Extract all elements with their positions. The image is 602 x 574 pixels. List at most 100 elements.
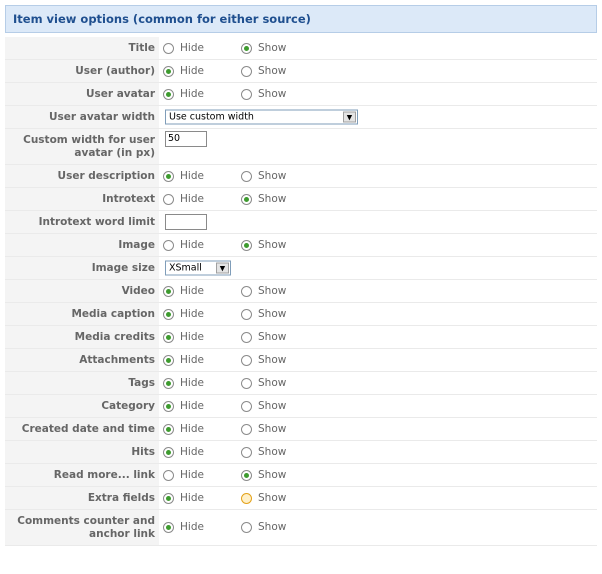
user-author-hide-radio[interactable] <box>163 65 174 77</box>
media-credits-show-radio[interactable] <box>241 331 252 343</box>
category-hide-option[interactable]: Hide <box>163 400 204 412</box>
image-hide-option[interactable]: Hide <box>163 239 204 251</box>
category-show-radio[interactable] <box>241 400 252 412</box>
user-description-hide-radio[interactable] <box>163 170 174 182</box>
label-comments-counter: Comments counter and anchor link <box>5 510 159 545</box>
tags-hide-option[interactable]: Hide <box>163 377 204 389</box>
introtext-word-limit-input[interactable] <box>165 214 207 230</box>
comments-counter-hide-radio[interactable] <box>163 521 174 533</box>
hide-label: Hide <box>180 521 204 533</box>
row-created-date: Created date and time Hide Show <box>5 418 597 441</box>
read-more-hide-radio[interactable] <box>163 469 174 481</box>
comments-counter-show-option[interactable]: Show <box>241 521 286 533</box>
video-show-option[interactable]: Show <box>241 285 286 297</box>
title-hide-option[interactable]: Hide <box>163 42 204 54</box>
hide-label: Hide <box>180 88 204 100</box>
row-category: Category Hide Show <box>5 395 597 418</box>
show-label: Show <box>258 308 287 320</box>
user-avatar-hide-radio[interactable] <box>163 88 174 100</box>
user-avatar-width-select[interactable]: Use custom width ▼ <box>165 109 358 125</box>
extra-fields-hide-option[interactable]: Hide <box>163 492 204 504</box>
label-media-credits: Media credits <box>5 326 159 348</box>
media-credits-hide-radio[interactable] <box>163 331 174 343</box>
created-date-show-option[interactable]: Show <box>241 423 286 435</box>
hits-hide-option[interactable]: Hide <box>163 446 204 458</box>
tags-show-option[interactable]: Show <box>241 377 286 389</box>
attachments-show-radio[interactable] <box>241 354 252 366</box>
media-caption-hide-radio[interactable] <box>163 308 174 320</box>
user-author-show-radio[interactable] <box>241 65 252 77</box>
image-show-option[interactable]: Show <box>241 239 286 251</box>
media-caption-show-radio[interactable] <box>241 308 252 320</box>
image-size-select[interactable]: XSmall ▼ <box>165 260 231 276</box>
media-caption-hide-option[interactable]: Hide <box>163 308 204 320</box>
attachments-hide-radio[interactable] <box>163 354 174 366</box>
user-author-show-option[interactable]: Show <box>241 65 286 77</box>
media-caption-show-option[interactable]: Show <box>241 308 286 320</box>
image-size-value: XSmall <box>169 262 202 274</box>
show-label: Show <box>258 88 287 100</box>
comments-counter-hide-option[interactable]: Hide <box>163 521 204 533</box>
comments-counter-show-radio[interactable] <box>241 521 252 533</box>
row-user-description: User description Hide Show <box>5 165 597 188</box>
show-label: Show <box>258 377 287 389</box>
title-hide-radio[interactable] <box>163 42 174 54</box>
user-avatar-hide-option[interactable]: Hide <box>163 88 204 100</box>
label-attachments: Attachments <box>5 349 159 371</box>
hits-hide-radio[interactable] <box>163 446 174 458</box>
hide-label: Hide <box>180 193 204 205</box>
read-more-show-radio[interactable] <box>241 469 252 481</box>
show-label: Show <box>258 400 287 412</box>
show-label: Show <box>258 193 287 205</box>
created-date-hide-radio[interactable] <box>163 423 174 435</box>
hits-show-radio[interactable] <box>241 446 252 458</box>
label-media-caption: Media caption <box>5 303 159 325</box>
title-show-option[interactable]: Show <box>241 42 286 54</box>
video-show-radio[interactable] <box>241 285 252 297</box>
introtext-hide-option[interactable]: Hide <box>163 193 204 205</box>
introtext-show-radio[interactable] <box>241 193 252 205</box>
hide-label: Hide <box>180 469 204 481</box>
row-read-more: Read more... link Hide Show <box>5 464 597 487</box>
media-credits-show-option[interactable]: Show <box>241 331 286 343</box>
show-label: Show <box>258 492 287 504</box>
created-date-hide-option[interactable]: Hide <box>163 423 204 435</box>
label-introtext-word-limit: Introtext word limit <box>5 211 159 233</box>
extra-fields-hide-radio[interactable] <box>163 492 174 504</box>
user-description-hide-option[interactable]: Hide <box>163 170 204 182</box>
media-credits-hide-option[interactable]: Hide <box>163 331 204 343</box>
created-date-show-radio[interactable] <box>241 423 252 435</box>
image-show-radio[interactable] <box>241 239 252 251</box>
show-label: Show <box>258 239 287 251</box>
video-hide-radio[interactable] <box>163 285 174 297</box>
introtext-show-option[interactable]: Show <box>241 193 286 205</box>
row-image-size: Image size XSmall ▼ <box>5 257 597 280</box>
row-user-avatar-width: User avatar width Use custom width ▼ <box>5 106 597 129</box>
show-label: Show <box>258 423 287 435</box>
introtext-hide-radio[interactable] <box>163 193 174 205</box>
chevron-down-icon[interactable]: ▼ <box>216 262 229 274</box>
user-author-hide-option[interactable]: Hide <box>163 65 204 77</box>
tags-hide-radio[interactable] <box>163 377 174 389</box>
category-hide-radio[interactable] <box>163 400 174 412</box>
attachments-show-option[interactable]: Show <box>241 354 286 366</box>
custom-width-input[interactable]: 50 <box>165 131 207 147</box>
tags-show-radio[interactable] <box>241 377 252 389</box>
title-show-radio[interactable] <box>241 42 252 54</box>
read-more-hide-option[interactable]: Hide <box>163 469 204 481</box>
user-avatar-show-option[interactable]: Show <box>241 88 286 100</box>
hits-show-option[interactable]: Show <box>241 446 286 458</box>
image-hide-radio[interactable] <box>163 239 174 251</box>
attachments-hide-option[interactable]: Hide <box>163 354 204 366</box>
category-show-option[interactable]: Show <box>241 400 286 412</box>
extra-fields-show-option[interactable]: Show <box>241 492 286 504</box>
video-hide-option[interactable]: Hide <box>163 285 204 297</box>
user-avatar-show-radio[interactable] <box>241 88 252 100</box>
user-avatar-width-value: Use custom width <box>169 111 254 123</box>
chevron-down-icon[interactable]: ▼ <box>343 111 356 123</box>
user-description-show-option[interactable]: Show <box>241 170 286 182</box>
extra-fields-show-radio[interactable] <box>241 492 252 504</box>
read-more-show-option[interactable]: Show <box>241 469 286 481</box>
user-description-show-radio[interactable] <box>241 170 252 182</box>
show-label: Show <box>258 521 287 533</box>
